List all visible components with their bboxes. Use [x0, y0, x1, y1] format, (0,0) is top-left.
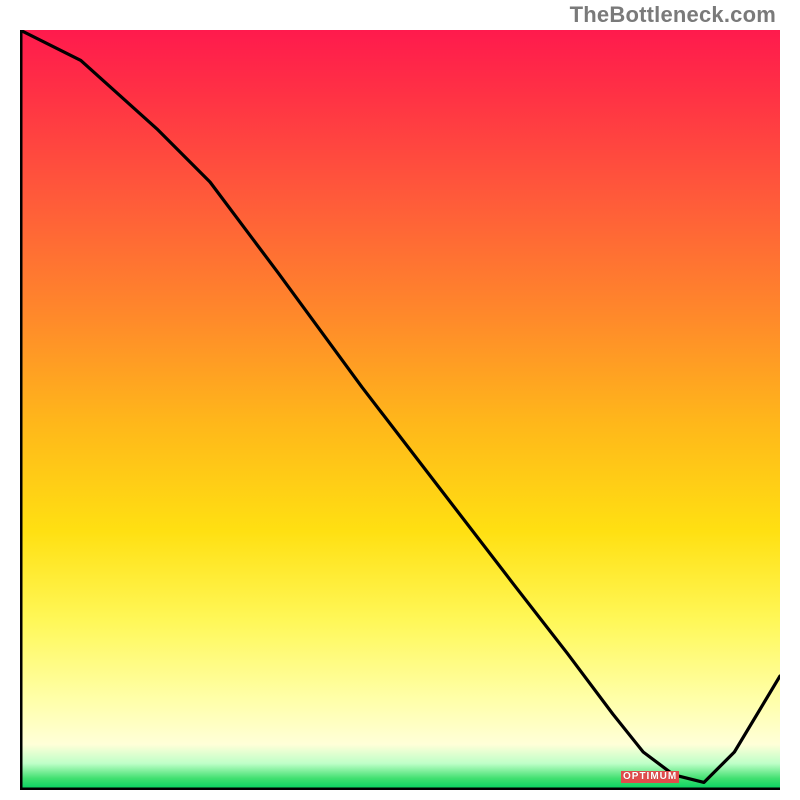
- chart-container: TheBottleneck.com OPTIMUM: [0, 0, 800, 800]
- watermark-text: TheBottleneck.com: [570, 2, 776, 28]
- gradient-background: [20, 30, 780, 790]
- optimum-marker: OPTIMUM: [621, 771, 679, 783]
- plot-area: OPTIMUM: [20, 30, 780, 790]
